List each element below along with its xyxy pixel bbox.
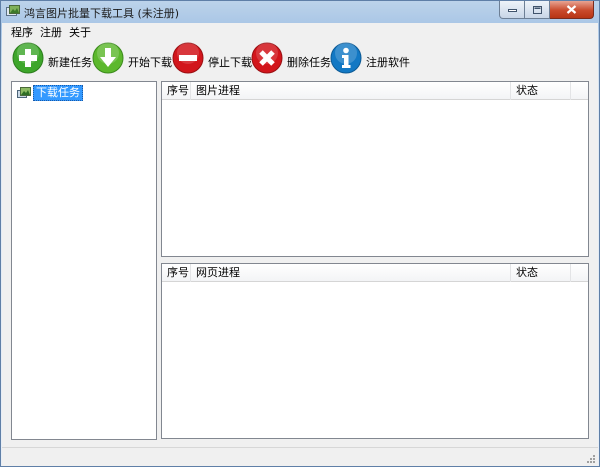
tree-item-label: 下载任务: [33, 85, 83, 101]
toolbar: 新建任务 开始下载 停止下载 删除任务 注册软件: [2, 39, 598, 79]
maximize-icon: [532, 5, 542, 14]
minimize-button[interactable]: [499, 1, 525, 19]
close-button[interactable]: [550, 1, 594, 19]
delete-icon: [251, 42, 283, 74]
list-header: 序号 图片进程 状态: [162, 82, 588, 100]
add-icon: [12, 42, 44, 74]
task-folder-icon: [17, 87, 31, 98]
new-task-label: 新建任务: [48, 56, 92, 69]
caption-buttons: [499, 1, 594, 19]
register-software-label: 注册软件: [366, 56, 410, 69]
delete-task-button[interactable]: 删除任务: [251, 42, 331, 76]
minimize-icon: [507, 8, 517, 12]
stop-download-label: 停止下载: [208, 56, 252, 69]
window-title: 鸿言图片批量下载工具 (未注册): [24, 7, 180, 20]
page-progress-list[interactable]: 序号 网页进程 状态: [161, 263, 589, 439]
close-icon: [566, 5, 577, 14]
column-header-index[interactable]: 序号: [162, 82, 191, 100]
new-task-button[interactable]: 新建任务: [12, 42, 92, 76]
register-software-button[interactable]: 注册软件: [330, 42, 410, 76]
tree-item-download-tasks[interactable]: 下载任务: [17, 85, 83, 101]
menu-about[interactable]: 关于: [69, 24, 91, 40]
menu-bar: 程序 注册 关于: [2, 23, 598, 39]
column-header-image-progress[interactable]: 图片进程: [191, 82, 511, 100]
app-icon: [6, 5, 20, 16]
list-header: 序号 网页进程 状态: [162, 264, 588, 282]
info-icon: [330, 42, 362, 74]
image-progress-list[interactable]: 序号 图片进程 状态: [161, 81, 589, 257]
title-bar[interactable]: 鸿言图片批量下载工具 (未注册): [1, 1, 599, 23]
stop-download-button[interactable]: 停止下载: [172, 42, 252, 76]
task-tree[interactable]: 下载任务: [11, 81, 157, 440]
client-area: 下载任务 序号 图片进程 状态 序号 网页进程 状态: [2, 79, 598, 447]
download-arrow-icon: [92, 42, 124, 74]
start-download-label: 开始下载: [128, 56, 172, 69]
start-download-button[interactable]: 开始下载: [92, 42, 172, 76]
menu-register[interactable]: 注册: [40, 24, 62, 40]
column-header-page-progress[interactable]: 网页进程: [191, 264, 511, 282]
stop-icon: [172, 42, 204, 74]
app-window: 鸿言图片批量下载工具 (未注册) 程序 注册 关于 新建任务 开始下载 停止下载…: [0, 0, 600, 467]
column-header-status[interactable]: 状态: [511, 264, 571, 282]
maximize-button[interactable]: [525, 1, 550, 19]
column-header-status[interactable]: 状态: [511, 82, 571, 100]
status-bar: [2, 447, 598, 466]
menu-program[interactable]: 程序: [11, 24, 33, 40]
resize-grip-icon[interactable]: [585, 453, 596, 464]
column-header-index[interactable]: 序号: [162, 264, 191, 282]
delete-task-label: 删除任务: [287, 56, 331, 69]
